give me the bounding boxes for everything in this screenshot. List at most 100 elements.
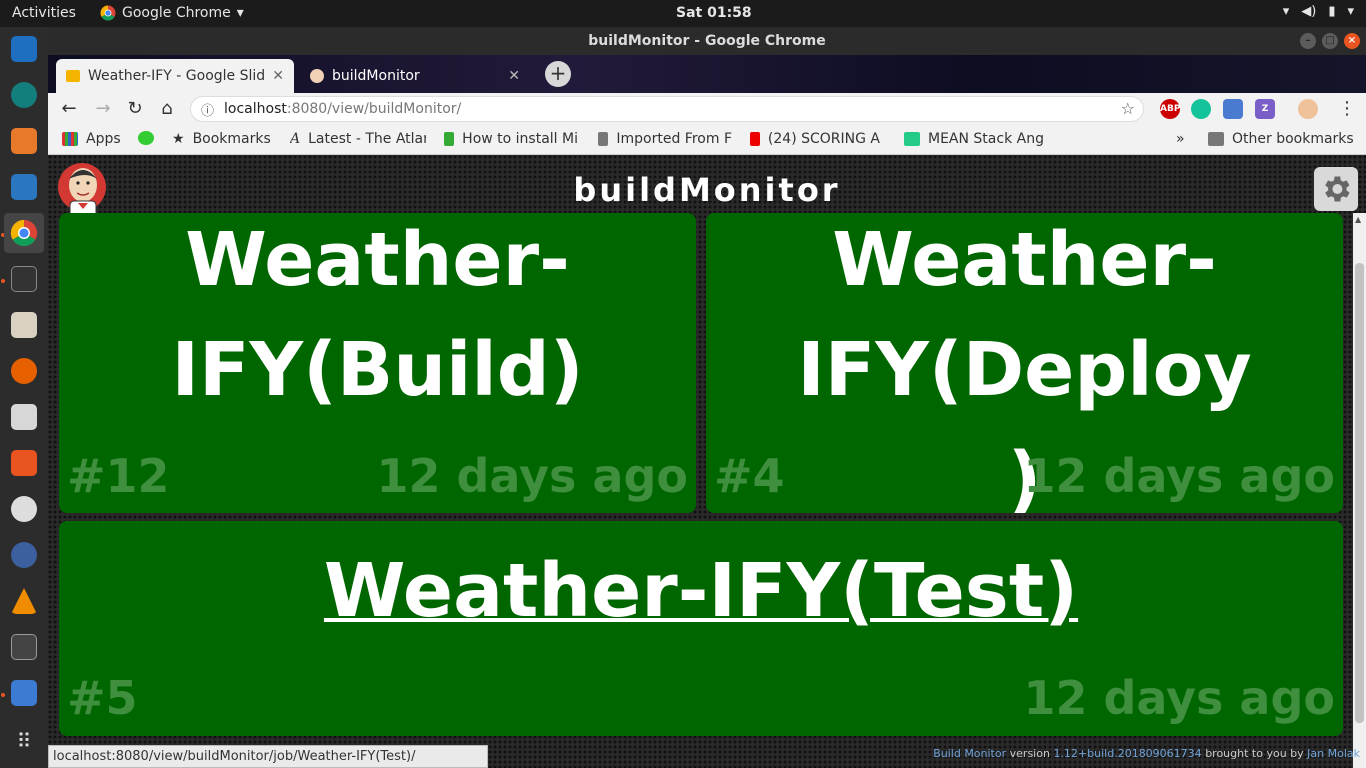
bookmark-label: Bookmarks <box>192 131 271 147</box>
grammarly-icon[interactable] <box>1191 99 1211 119</box>
wifi-icon: ▾ <box>1282 4 1290 19</box>
dock-gitkraken[interactable] <box>4 75 44 115</box>
tab-label: buildMonitor <box>332 68 420 84</box>
dock: ⠿ <box>0 27 48 768</box>
bookmark-atlantic[interactable]: A Latest - The Atlar <box>290 131 426 147</box>
back-button[interactable]: ← <box>56 96 82 122</box>
bookmark-other[interactable]: Other bookmarks <box>1208 131 1354 147</box>
vlc-icon <box>11 588 37 614</box>
bookmark-play[interactable] <box>138 131 154 145</box>
chevron-down-icon: ▾ <box>1347 4 1354 19</box>
folder-icon <box>1208 132 1224 146</box>
dock-bluetooth[interactable] <box>4 535 44 575</box>
translate-icon[interactable] <box>1223 99 1243 119</box>
window-title-bar: buildMonitor - Google Chrome – □ × <box>48 27 1366 55</box>
bookmark-how-to-install[interactable]: How to install Mi <box>444 131 578 147</box>
battery-icon: ▮ <box>1328 4 1336 19</box>
build-time: 12 days ago <box>1023 449 1335 503</box>
tab-weather-ify-slides[interactable]: Weather-IFY - Google Slid ✕ <box>56 59 294 93</box>
author-link[interactable]: Jan Molak <box>1307 747 1360 760</box>
dock-updater[interactable] <box>4 489 44 529</box>
zotero-icon[interactable]: Z <box>1255 99 1275 119</box>
forward-button[interactable]: → <box>90 96 116 122</box>
build-monitor-page: buildMonitor Weather-IFY(Build) #12 12 d… <box>48 155 1366 768</box>
menu-icon[interactable]: ⋮ <box>1334 96 1360 122</box>
build-monitor-link[interactable]: Build Monitor <box>933 747 1006 760</box>
scrollbar-thumb[interactable] <box>1355 263 1364 723</box>
dock-files[interactable] <box>4 305 44 345</box>
app-menu[interactable]: Google Chrome ▾ <box>100 5 244 21</box>
profile-avatar[interactable] <box>1298 99 1318 119</box>
system-top-bar: Activities Google Chrome ▾ Sat 01:58 ▾ ◀… <box>0 0 1366 27</box>
site-icon <box>904 132 920 146</box>
build-number[interactable]: #4 <box>714 449 785 503</box>
maximize-button[interactable]: □ <box>1322 33 1338 49</box>
adblock-icon[interactable]: ABP <box>1160 99 1180 119</box>
job-tile-test[interactable]: Weather-IFY(Test) #5 12 days ago <box>59 521 1343 736</box>
reload-button[interactable]: ↻ <box>122 96 148 122</box>
slides-icon <box>66 70 80 82</box>
bluetooth-icon <box>11 542 37 568</box>
tab-buildmonitor[interactable]: buildMonitor ✕ <box>300 59 530 93</box>
job-name[interactable]: Weather-IFY(Build) <box>59 213 696 425</box>
url-host: localhost <box>224 101 287 117</box>
apps-grid-icon <box>62 132 78 146</box>
page-footer: Build Monitor version 1.12+build.2018090… <box>933 747 1360 760</box>
settings-button[interactable] <box>1314 167 1358 211</box>
new-tab-button[interactable]: + <box>545 61 571 87</box>
show-apps-button[interactable]: ⠿ <box>4 721 44 761</box>
build-number[interactable]: #5 <box>67 671 138 725</box>
site-icon <box>444 132 455 146</box>
chrome-icon <box>100 5 116 21</box>
jenkins-icon <box>310 69 324 83</box>
clock[interactable]: Sat 01:58 <box>676 5 752 21</box>
system-tray[interactable]: ▾ ◀) ▮ ▾ <box>1283 4 1354 19</box>
dock-terminal[interactable] <box>4 259 44 299</box>
scroll-up-arrow[interactable]: ▲ <box>1355 215 1361 224</box>
dock-vlc[interactable] <box>4 581 44 621</box>
bookmark-star-icon[interactable]: ☆ <box>1121 99 1135 118</box>
job-tile-build[interactable]: Weather-IFY(Build) #12 12 days ago <box>59 213 696 513</box>
url-path: :8080/view/buildMonitor/ <box>286 101 462 117</box>
dock-vscode[interactable] <box>4 29 44 69</box>
chrome-icon <box>10 219 38 247</box>
app-menu-label: Google Chrome <box>122 5 231 21</box>
bookmarks-overflow-button[interactable]: » <box>1176 131 1185 147</box>
footer-version-label: version <box>1009 747 1050 760</box>
address-bar[interactable]: ⓘ localhost:8080/view/buildMonitor/ ☆ <box>190 96 1144 122</box>
dock-software[interactable] <box>4 443 44 483</box>
bookmark-label: Latest - The Atlar <box>308 131 426 147</box>
dock-sublime[interactable] <box>4 121 44 161</box>
star-icon: ★ <box>172 131 185 147</box>
bookmark-apps[interactable]: Apps <box>62 131 121 147</box>
bookmark-label: How to install Mi <box>462 131 578 147</box>
minimize-button[interactable]: – <box>1300 33 1316 49</box>
page-scrollbar[interactable]: ▲ <box>1353 213 1366 768</box>
bookmark-bookmarks[interactable]: ★ Bookmarks <box>172 131 271 147</box>
home-button[interactable]: ⌂ <box>154 96 180 122</box>
build-number[interactable]: #12 <box>67 449 170 503</box>
dock-tasks[interactable] <box>4 673 44 713</box>
volume-icon: ◀) <box>1301 4 1317 19</box>
activities-button[interactable]: Activities <box>12 5 76 21</box>
bookmark-mean-stack[interactable]: MEAN Stack Ang <box>904 131 1044 147</box>
dock-chrome[interactable] <box>4 213 44 253</box>
firefox-icon <box>11 358 37 384</box>
bookmark-youtube[interactable]: (24) SCORING A <box>750 131 880 147</box>
info-icon[interactable]: ⓘ <box>201 100 214 119</box>
version-link[interactable]: 1.12+build.201809061734 <box>1053 747 1201 760</box>
job-tile-deploy[interactable]: Weather-IFY(Deploy) #4 12 days ago <box>706 213 1343 513</box>
dock-system-monitor[interactable] <box>4 627 44 667</box>
window-title: buildMonitor - Google Chrome <box>588 33 826 49</box>
dock-mysql-workbench[interactable] <box>4 167 44 207</box>
dock-firefox[interactable] <box>4 351 44 391</box>
bookmark-imported[interactable]: Imported From F <box>598 131 732 147</box>
window-controls: – □ × <box>1300 33 1360 49</box>
close-window-button[interactable]: × <box>1344 33 1360 49</box>
close-icon[interactable]: ✕ <box>508 68 520 84</box>
dock-rhythmbox[interactable] <box>4 397 44 437</box>
job-name[interactable]: Weather-IFY(Test) <box>59 541 1343 641</box>
bookmark-label: Other bookmarks <box>1232 131 1354 147</box>
close-icon[interactable]: ✕ <box>272 68 284 84</box>
build-time: 12 days ago <box>376 449 688 503</box>
